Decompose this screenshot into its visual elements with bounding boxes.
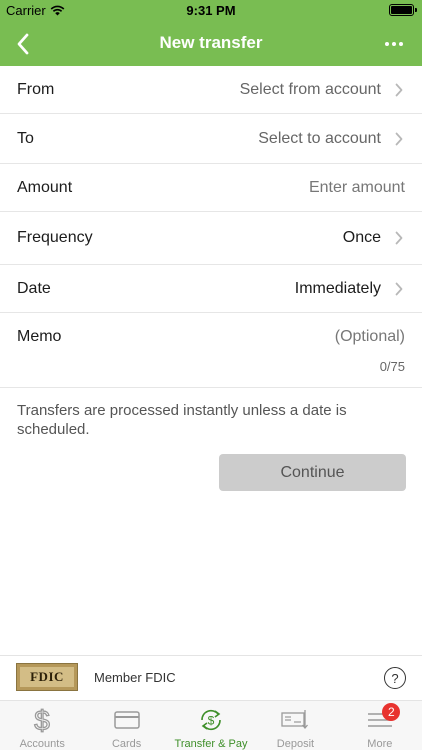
chevron-right-icon [395, 231, 405, 245]
chevron-right-icon [395, 132, 405, 146]
amount-input[interactable] [205, 178, 405, 197]
frequency-value: Once [342, 229, 381, 246]
date-row[interactable]: Date Immediately [0, 265, 422, 313]
chevron-left-icon [17, 33, 29, 55]
transfer-info-note: Transfers are processed instantly unless… [17, 402, 347, 438]
to-account-value: Select to account [258, 129, 381, 147]
status-time: 9:31 PM [186, 3, 236, 18]
tab-label: Accounts [19, 738, 65, 750]
tab-label: More [367, 738, 393, 750]
memo-row: Memo 0/75 [0, 313, 422, 388]
to-account-row[interactable]: To Select to account [0, 114, 422, 164]
frequency-row[interactable]: Frequency Once [0, 212, 422, 265]
from-account-row[interactable]: From Select from account [0, 66, 422, 114]
fdic-footer: FDIC Member FDIC ? [0, 655, 422, 701]
tab-bar: $ Accounts Cards $ Transfer & Pay Deposi… [0, 701, 422, 750]
amount-label: Amount [17, 178, 73, 196]
transfer-pay-icon: $ [196, 706, 226, 734]
status-bar: Carrier 9:31 PM [0, 0, 422, 22]
date-label: Date [17, 279, 51, 297]
tab-label: Cards [111, 738, 142, 750]
member-fdic-text: Member FDIC [94, 670, 176, 685]
card-icon [112, 706, 142, 734]
tab-transfer-pay[interactable]: $ Transfer & Pay [169, 701, 253, 750]
notification-badge: 2 [382, 703, 401, 721]
navigation-bar: New transfer [0, 22, 422, 66]
svg-text:$: $ [34, 706, 50, 734]
more-options-button[interactable] [380, 30, 408, 58]
svg-text:$: $ [208, 714, 215, 728]
check-deposit-icon [280, 706, 310, 734]
back-button[interactable] [8, 28, 38, 60]
date-value: Immediately [294, 279, 381, 297]
tab-label: Transfer & Pay [174, 738, 248, 750]
tab-label: Deposit [276, 738, 315, 750]
chevron-right-icon [395, 282, 405, 296]
tab-accounts[interactable]: $ Accounts [0, 701, 84, 750]
memo-input[interactable] [205, 328, 405, 346]
question-mark-icon: ? [391, 670, 399, 686]
dollar-icon: $ [27, 706, 57, 734]
frequency-label: Frequency [17, 229, 93, 246]
from-account-value: Select from account [239, 80, 381, 98]
ellipsis-icon [385, 42, 389, 46]
from-label: From [17, 80, 55, 98]
tab-cards[interactable]: Cards [84, 701, 168, 750]
amount-row: Amount [0, 164, 422, 212]
page-title: New transfer [159, 33, 263, 52]
help-button[interactable]: ? [384, 667, 406, 689]
memo-label: Memo [17, 328, 62, 345]
continue-button[interactable]: Continue [219, 454, 406, 491]
tab-more[interactable]: 2 More [338, 701, 422, 750]
battery-icon [389, 4, 417, 16]
fdic-logo: FDIC [16, 663, 78, 691]
chevron-right-icon [395, 83, 405, 97]
memo-character-counter: 0/75 [379, 359, 405, 374]
tab-deposit[interactable]: Deposit [253, 701, 337, 750]
to-label: To [17, 129, 34, 147]
transfer-form: From Select from account To Select to ac… [0, 66, 422, 388]
